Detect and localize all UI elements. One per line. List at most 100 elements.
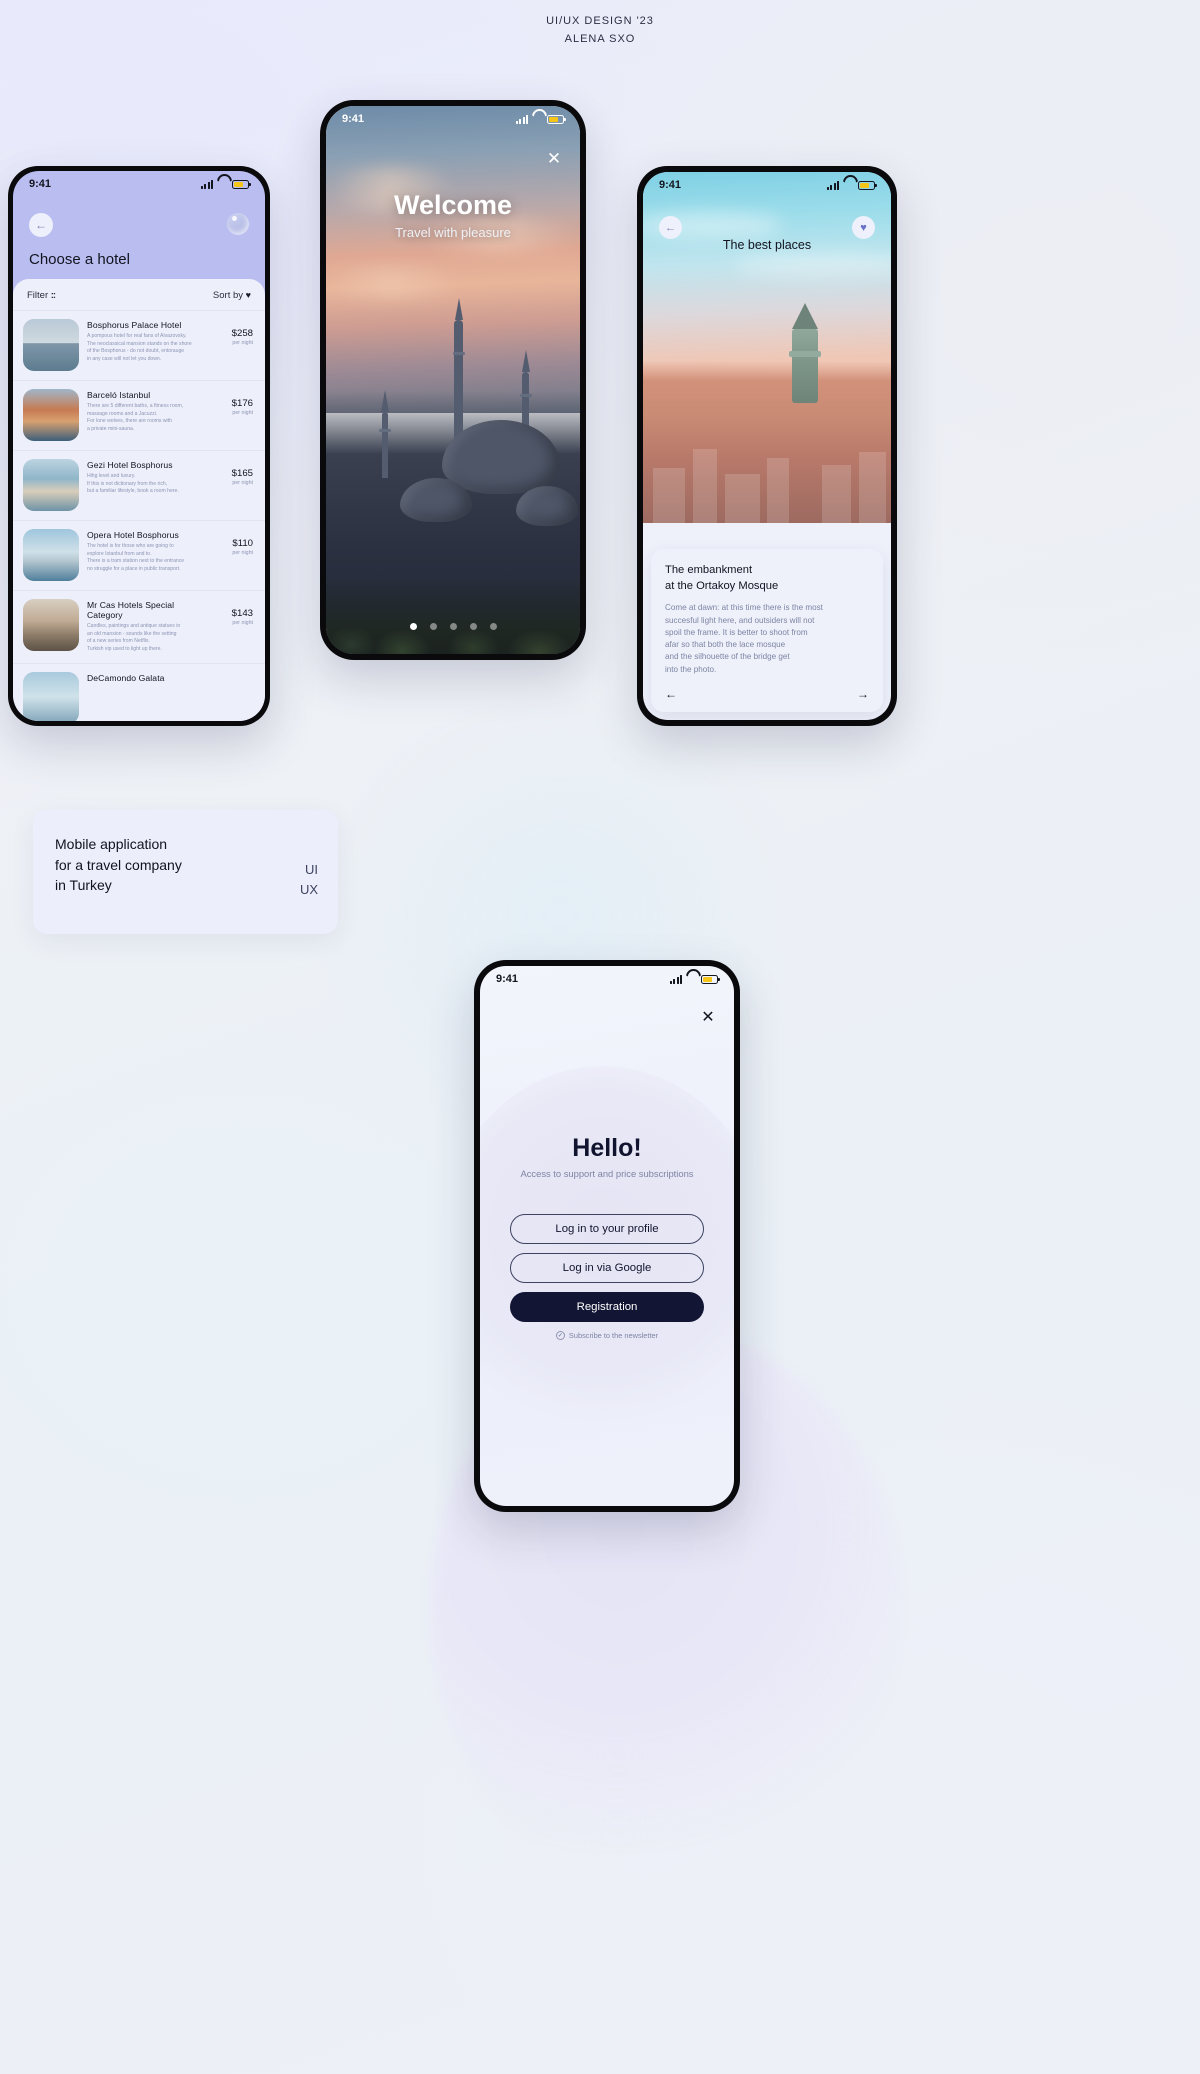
phone-mockup-welcome: 9:41 ✕ Welcome Travel with pleasure	[320, 100, 586, 660]
close-icon[interactable]: ✕	[698, 1008, 718, 1028]
login-actions: Log in to your profile Log in via Google…	[510, 1214, 704, 1340]
filter-label: Filter	[27, 290, 49, 301]
sort-label: Sort by	[212, 290, 244, 301]
login-profile-button[interactable]: Log in to your profile	[510, 1214, 704, 1244]
back-arrow-icon[interactable]: ←	[659, 216, 682, 239]
carousel-dots[interactable]	[326, 623, 580, 630]
phone-mockup-login: 9:41 ✕ Hello! Access to support and pric…	[474, 960, 740, 1512]
phone-mockup-hotels: 9:41 ← Choose a hotel Filter :: Sort by …	[8, 166, 270, 726]
carousel-dot[interactable]	[449, 623, 457, 630]
hotel-price: $258	[231, 328, 253, 339]
page-title: Choose a hotel	[29, 251, 130, 268]
hotel-price-unit: per night	[232, 550, 253, 556]
place-info-card: The embankment at the Ortakoy Mosque Com…	[651, 548, 883, 712]
hotels-statusbar: 9:41	[13, 171, 265, 197]
hotel-name: Gezi Hotel Bosphorus	[87, 460, 173, 470]
welcome-screen: 9:41 ✕ Welcome Travel with pleasure	[326, 106, 580, 654]
hotel-price-block: $110 per night	[211, 529, 253, 581]
hotel-price-block: $176 per night	[211, 389, 253, 441]
close-icon[interactable]: ✕	[544, 150, 564, 170]
welcome-title: Welcome	[393, 190, 513, 220]
minaret-shape	[382, 412, 388, 478]
welcome-subtitle: Travel with pleasure	[395, 225, 511, 240]
hotel-description: Hihg level and luxury. If this is not di…	[87, 473, 179, 495]
status-icons	[200, 179, 251, 189]
login-google-button[interactable]: Log in via Google	[510, 1253, 704, 1283]
hotel-info: DeCamondo Galata	[87, 672, 203, 721]
signal-icon	[669, 974, 682, 984]
table-row[interactable]: Mr Cas Hotels Special Category Candles, p…	[13, 590, 265, 663]
hotel-price-block: $258 per night	[211, 319, 253, 371]
next-arrow-icon[interactable]: →	[857, 687, 869, 701]
table-row[interactable]: Bosphorus Palace Hotel A pompous hotel fo…	[13, 310, 265, 380]
check-icon: ✓	[555, 1331, 565, 1340]
table-row[interactable]: Opera Hotel Bosphorus The hotel is for th…	[13, 520, 265, 590]
galata-tower-shape	[788, 329, 821, 404]
status-time: 9:41	[342, 113, 365, 125]
hotel-name: DeCamondo Galata	[87, 672, 165, 683]
hotel-info: Mr Cas Hotels Special Category Candles, p…	[87, 599, 203, 654]
table-row[interactable]: Barceló Istanbul There are 5 different ba…	[13, 380, 265, 450]
prev-arrow-icon[interactable]: ←	[665, 687, 677, 701]
back-arrow-icon[interactable]: ←	[29, 213, 53, 237]
login-statusbar: 9:41	[480, 966, 734, 992]
battery-icon	[547, 114, 566, 124]
table-row[interactable]: DeCamondo Galata	[13, 662, 265, 721]
hotels-header: ← Choose a hotel	[13, 197, 265, 277]
filter-button[interactable]: Filter ::	[27, 290, 56, 301]
heart-icon[interactable]: ♥	[852, 216, 875, 239]
newsletter-label: Subscribe to the newsletter	[568, 1331, 659, 1340]
status-icons	[669, 974, 720, 984]
about-tags: UI UX	[300, 860, 318, 900]
hotel-info: Gezi Hotel Bosphorus Hihg level and luxur…	[87, 459, 203, 511]
newsletter-checkbox[interactable]: ✓ Subscribe to the newsletter	[510, 1331, 704, 1340]
status-time: 9:41	[659, 179, 682, 191]
hotel-price-unit: per night	[232, 410, 253, 416]
carousel-dot[interactable]	[409, 623, 417, 630]
wifi-icon	[843, 181, 854, 190]
hotel-price-unit: per night	[232, 340, 253, 346]
hotel-price-unit: per night	[232, 620, 253, 626]
avatar[interactable]	[227, 213, 249, 235]
tree-line	[326, 578, 580, 654]
status-icons	[515, 114, 566, 124]
board-title: UI/UX DESIGN '23	[546, 15, 654, 27]
carousel-dot[interactable]	[429, 623, 437, 630]
city-blocks	[643, 361, 891, 523]
hotel-thumbnail	[23, 459, 79, 511]
heart-icon: ♥	[245, 290, 251, 300]
hotel-price-block: $143 per night	[211, 599, 253, 654]
hotel-thumbnail	[23, 319, 79, 371]
sort-button[interactable]: Sort by ♥	[213, 290, 251, 301]
welcome-background-photo	[326, 106, 580, 654]
hotel-price: $143	[231, 608, 253, 619]
hotel-name: Bosphorus Palace Hotel	[87, 320, 182, 330]
hotel-list: Bosphorus Palace Hotel A pompous hotel fo…	[13, 310, 265, 721]
welcome-statusbar: 9:41	[326, 106, 580, 132]
login-subtitle: Access to support and price subscription…	[520, 1168, 694, 1179]
table-row[interactable]: Gezi Hotel Bosphorus Hihg level and luxur…	[13, 450, 265, 520]
about-text: Mobile application for a travel company …	[55, 836, 182, 894]
carousel-dot[interactable]	[489, 623, 497, 630]
hotel-name: Opera Hotel Bosphorus	[87, 530, 179, 540]
filter-bar: Filter :: Sort by ♥	[13, 279, 265, 310]
login-title: Hello!	[572, 1134, 642, 1162]
wifi-icon	[532, 115, 543, 124]
hotel-thumbnail	[23, 389, 79, 441]
hotel-name: Mr Cas Hotels Special Category	[87, 600, 175, 620]
places-screen: 9:41 ← ♥ The best places The embankment …	[643, 172, 891, 720]
carousel-dot[interactable]	[469, 623, 477, 630]
hotel-thumbnail	[23, 671, 79, 721]
wifi-icon	[686, 975, 697, 984]
hotel-price: $176	[231, 398, 253, 409]
hotel-price-unit: per night	[232, 480, 253, 486]
status-time: 9:41	[496, 973, 519, 985]
board-author: ALENA SXO	[564, 32, 636, 45]
place-card-title: The embankment at the Ortakoy Mosque	[665, 563, 779, 592]
signal-icon	[826, 180, 839, 190]
registration-button[interactable]: Registration	[510, 1292, 704, 1322]
wifi-icon	[217, 180, 228, 189]
hotels-sheet: Filter :: Sort by ♥ Bosphorus Palace Hot…	[13, 279, 265, 721]
battery-icon	[858, 180, 877, 190]
hotel-description: A pompous hotel for real fans of Aivazov…	[87, 333, 192, 363]
